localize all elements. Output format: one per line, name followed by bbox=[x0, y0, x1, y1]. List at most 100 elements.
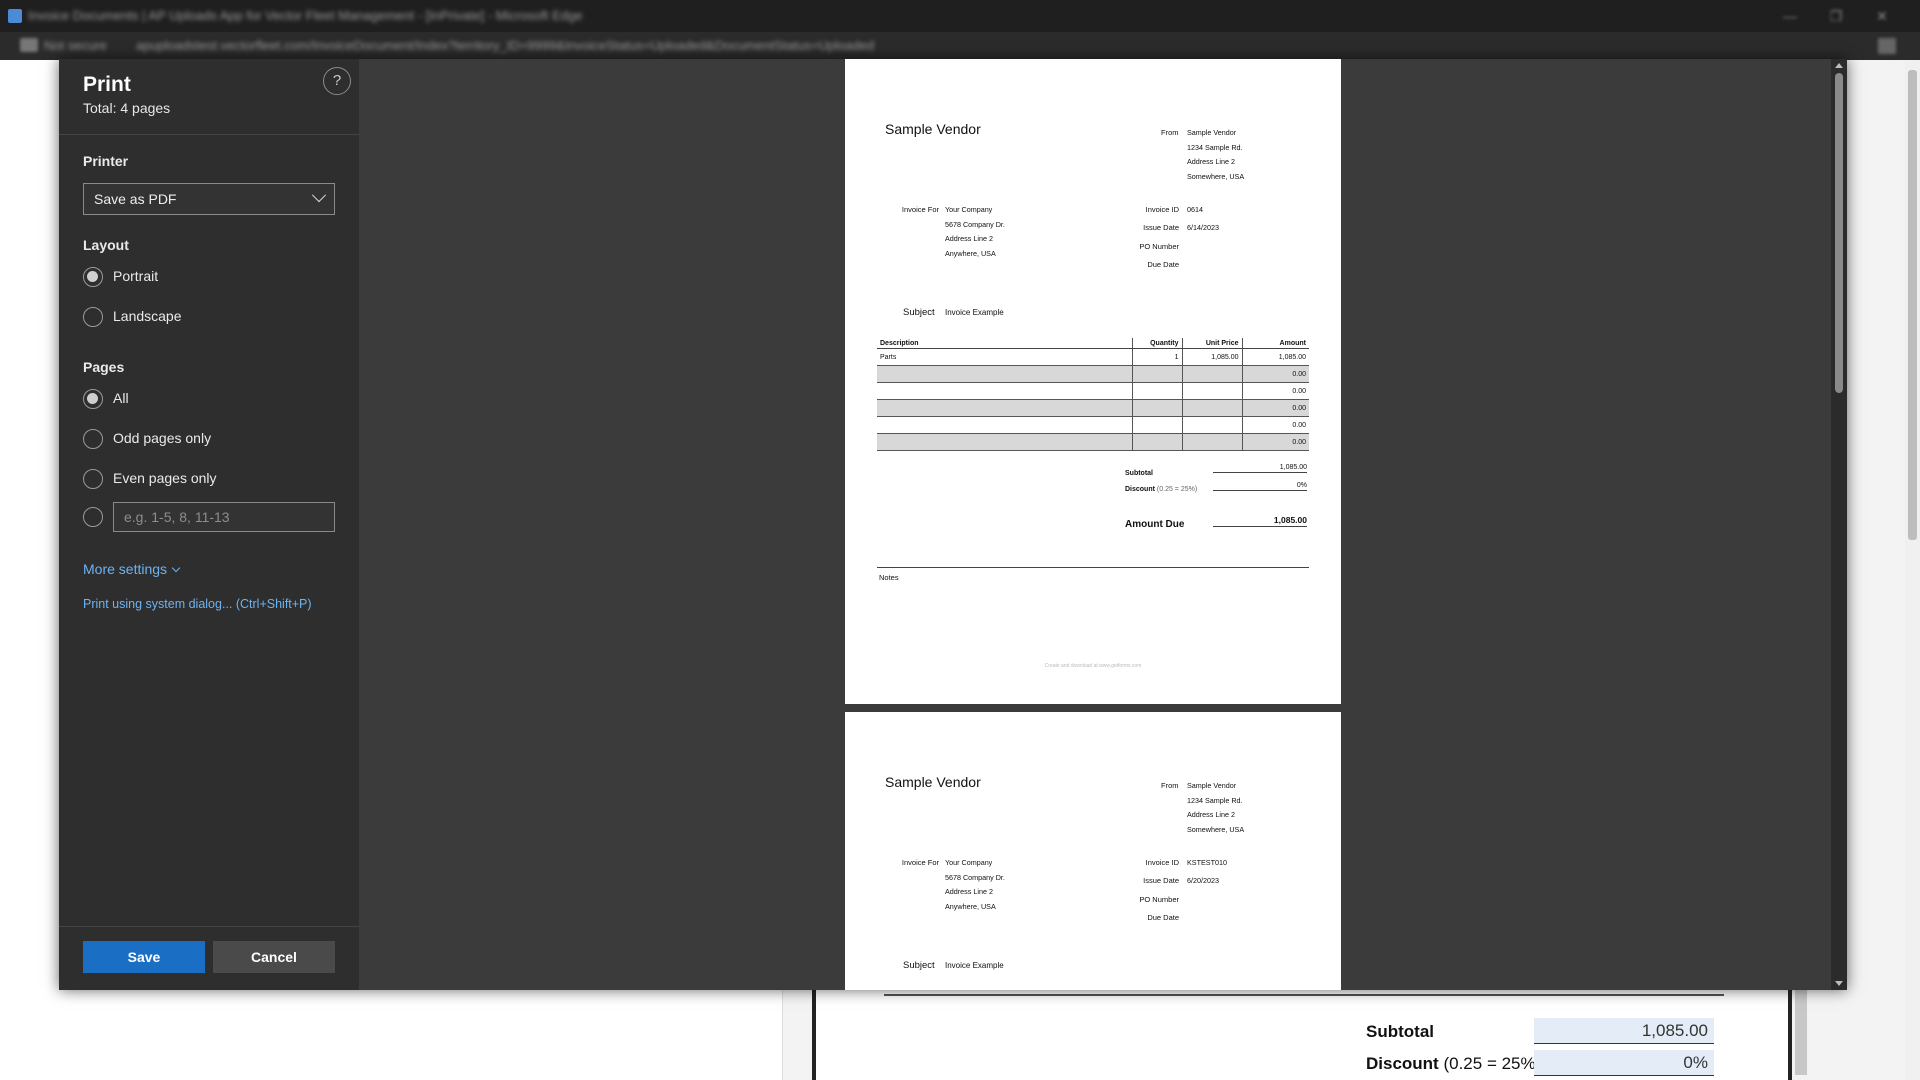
page-footer: Create and download at www.getforms.com bbox=[1044, 663, 1142, 669]
discount-label: Discount (0.25 = 25%) bbox=[1125, 486, 1198, 493]
background-inner-scrollbar[interactable] bbox=[1795, 990, 1807, 1075]
table-row: 0.00 bbox=[877, 433, 1309, 451]
invoice-for-label: Invoice For bbox=[901, 205, 939, 214]
po-number-label: PO Number bbox=[1139, 242, 1179, 251]
radio-unchecked-icon bbox=[83, 507, 103, 527]
from-address: Sample Vendor 1234 Sample Rd. Address Line… bbox=[1187, 128, 1245, 181]
radio-unchecked-icon bbox=[83, 429, 103, 449]
browser-tab-icon bbox=[8, 9, 22, 23]
radio-unchecked-icon bbox=[83, 307, 103, 327]
col-quantity: Quantity bbox=[1132, 338, 1183, 349]
browser-titlebar: Invoice Documents | AP Uploads App for V… bbox=[0, 0, 1920, 32]
more-settings-link[interactable]: More settings bbox=[83, 561, 181, 577]
scroll-down-icon[interactable] bbox=[1835, 981, 1843, 986]
restore-icon[interactable]: ❐ bbox=[1826, 6, 1846, 26]
footer-divider bbox=[59, 926, 359, 927]
printer-label: Printer bbox=[83, 153, 129, 169]
invoice-for-label: Invoice For bbox=[901, 858, 939, 867]
issue-date-value: 6/20/2023 bbox=[1187, 876, 1219, 885]
po-number-label: PO Number bbox=[1139, 895, 1179, 904]
background-subtotal-label: Subtotal bbox=[1366, 1022, 1434, 1041]
chevron-down-icon bbox=[311, 188, 327, 203]
notes-divider bbox=[877, 567, 1309, 568]
extensions-icon[interactable] bbox=[1878, 38, 1896, 54]
pages-even-label: Even pages only bbox=[113, 470, 217, 486]
chevron-down-icon bbox=[171, 563, 181, 573]
col-amount: Amount bbox=[1242, 338, 1309, 349]
url-text[interactable]: apuploadstest.vectorfleet.com/InvoiceDoc… bbox=[136, 38, 874, 53]
address-bar[interactable]: Not secure apuploadstest.vectorfleet.com… bbox=[0, 32, 1920, 60]
pages-all-label: All bbox=[113, 390, 129, 406]
printer-select-value: Save as PDF bbox=[94, 191, 177, 207]
layout-landscape-label: Landscape bbox=[113, 308, 182, 324]
background-discount-label: Discount (0.25 = 25%) bbox=[1366, 1054, 1542, 1073]
table-row: 0.00 bbox=[877, 416, 1309, 434]
layout-portrait-label: Portrait bbox=[113, 268, 159, 284]
invoice-for-address: Your Company 5678 Company Dr. Address Line… bbox=[945, 858, 1005, 911]
invoice-id-label: Invoice ID bbox=[1145, 858, 1179, 867]
invoice-id-label: Invoice ID bbox=[1145, 205, 1179, 214]
radio-checked-icon bbox=[83, 389, 103, 409]
background-divider bbox=[884, 994, 1724, 996]
cancel-button[interactable]: Cancel bbox=[213, 941, 335, 973]
issue-date-value: 6/14/2023 bbox=[1187, 223, 1219, 232]
window-title: Invoice Documents | AP Uploads App for V… bbox=[28, 8, 583, 23]
header-divider bbox=[59, 134, 359, 135]
vendor-name: Sample Vendor bbox=[885, 121, 981, 137]
radio-checked-icon bbox=[83, 267, 103, 287]
issue-date-label: Issue Date bbox=[1143, 876, 1179, 885]
col-description: Description bbox=[877, 338, 1133, 349]
radio-unchecked-icon bbox=[83, 469, 103, 489]
preview-scrollbar[interactable] bbox=[1831, 59, 1847, 990]
amount-due-label: Amount Due bbox=[1125, 519, 1185, 530]
invoice-id-value: 0614 bbox=[1187, 205, 1203, 214]
pages-odd-label: Odd pages only bbox=[113, 430, 212, 446]
subject-value: Invoice Example bbox=[945, 308, 1004, 317]
warning-icon bbox=[20, 38, 38, 52]
table-row: 0.00 bbox=[877, 399, 1309, 417]
printer-select[interactable]: Save as PDF bbox=[83, 183, 335, 215]
amount-due-value: 1,085.00 bbox=[1213, 515, 1307, 527]
col-unit-price: Unit Price bbox=[1182, 338, 1243, 349]
system-dialog-link[interactable]: Print using system dialog... (Ctrl+Shift… bbox=[83, 597, 312, 611]
subject-label: Subject bbox=[903, 307, 935, 318]
discount-value: 0% bbox=[1213, 482, 1307, 491]
help-icon[interactable]: ? bbox=[323, 67, 351, 95]
vendor-name: Sample Vendor bbox=[885, 774, 981, 790]
subtotal-value: 1,085.00 bbox=[1213, 464, 1307, 473]
from-label: From bbox=[1161, 781, 1179, 790]
print-settings-panel: Print Total: 4 pages ? Printer Save as P… bbox=[59, 59, 359, 990]
page-count: Total: 4 pages bbox=[83, 100, 171, 116]
invoice-id-value: KSTEST010 bbox=[1187, 858, 1227, 867]
layout-label: Layout bbox=[83, 237, 129, 253]
subject-label: Subject bbox=[903, 960, 935, 971]
table-row: Parts 1 1,085.00 1,085.00 bbox=[877, 348, 1309, 366]
due-date-label: Due Date bbox=[1147, 913, 1179, 922]
from-address: Sample Vendor 1234 Sample Rd. Address Line… bbox=[1187, 781, 1245, 834]
background-discount-value[interactable]: 0% bbox=[1534, 1050, 1714, 1076]
subject-value: Invoice Example bbox=[945, 961, 1004, 970]
background-page-scrollbar[interactable] bbox=[1905, 60, 1920, 1080]
preview-page-2: Sample Vendor From Sample Vendor 1234 Sam… bbox=[845, 712, 1341, 990]
invoice-for-address: Your Company 5678 Company Dr. Address Line… bbox=[945, 205, 1005, 258]
table-row: 0.00 bbox=[877, 382, 1309, 400]
notes-label: Notes bbox=[879, 573, 899, 582]
pages-label: Pages bbox=[83, 359, 125, 375]
line-items-table: Description Quantity Unit Price Amount P… bbox=[877, 338, 1309, 451]
issue-date-label: Issue Date bbox=[1143, 223, 1179, 232]
print-preview[interactable]: Sample Vendor From Sample Vendor 1234 Sam… bbox=[359, 59, 1847, 990]
from-label: From bbox=[1161, 128, 1179, 137]
print-dialog: Print Total: 4 pages ? Printer Save as P… bbox=[59, 59, 1847, 990]
not-secure-label: Not secure bbox=[44, 38, 107, 53]
subtotal-label: Subtotal bbox=[1125, 470, 1153, 477]
dialog-title: Print bbox=[83, 73, 131, 96]
minimize-icon[interactable]: — bbox=[1780, 6, 1800, 26]
background-subtotal-value[interactable]: 1,085.00 bbox=[1534, 1018, 1714, 1044]
preview-page-1: Sample Vendor From Sample Vendor 1234 Sam… bbox=[845, 59, 1341, 704]
page-range-input[interactable] bbox=[113, 502, 335, 532]
save-button[interactable]: Save bbox=[83, 941, 205, 973]
close-icon[interactable]: ✕ bbox=[1872, 6, 1892, 26]
scrollbar-thumb[interactable] bbox=[1835, 73, 1843, 393]
scroll-up-icon[interactable] bbox=[1835, 63, 1843, 68]
table-row: 0.00 bbox=[877, 365, 1309, 383]
